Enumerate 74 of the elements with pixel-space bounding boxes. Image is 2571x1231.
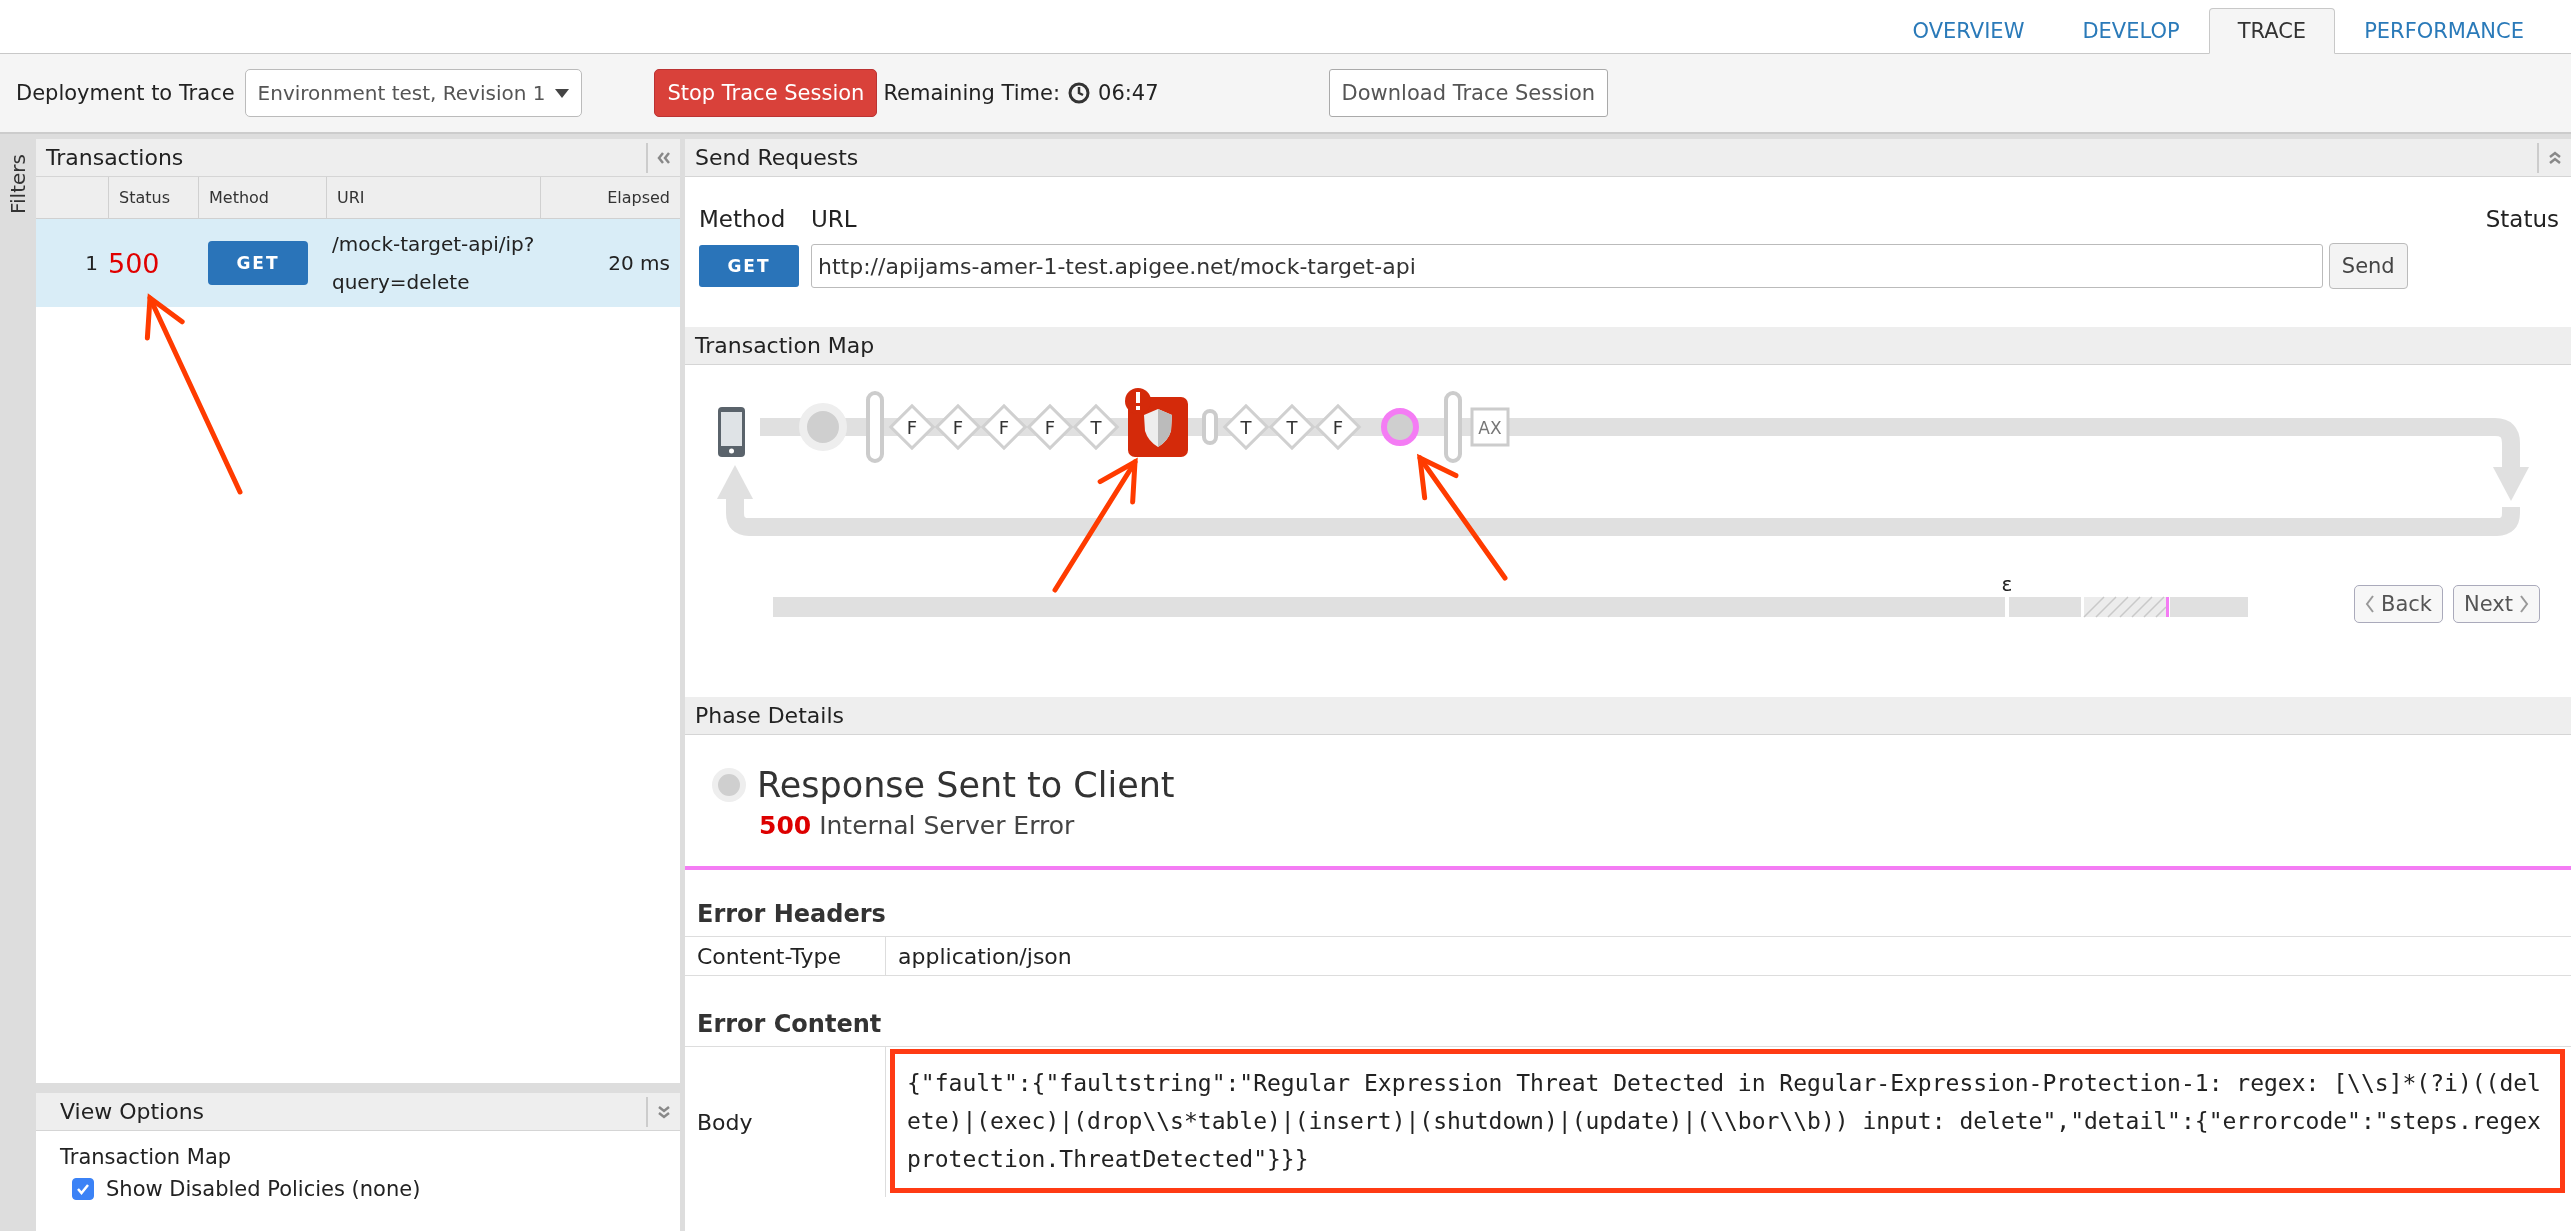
phase-title: Response Sent to Client [757, 765, 1175, 805]
check-icon [76, 1183, 90, 1195]
target-node[interactable] [1470, 407, 1510, 447]
header-value: application/json [885, 937, 2571, 975]
deployment-label: Deployment to Trace [16, 81, 235, 105]
column-header[interactable]: Method [198, 177, 326, 219]
panel-title: Phase Details [695, 703, 844, 728]
content-name: Body [696, 1108, 754, 1137]
policy-label: T [1286, 417, 1298, 438]
stop-trace-button[interactable]: Stop Trace Session [654, 69, 878, 117]
clock-icon [1068, 82, 1091, 104]
policy-label: T [1240, 417, 1252, 438]
method-button[interactable]: GET [699, 245, 799, 287]
panel-title: View Options [60, 1099, 205, 1124]
row-number[interactable]: 1 [36, 219, 108, 307]
expand-button[interactable] [646, 1096, 672, 1127]
chevron-right-icon [2518, 594, 2529, 614]
remaining-time-label: Remaining Time: [883, 81, 1061, 105]
url-label: URL [811, 206, 857, 232]
method-label: Method [699, 206, 787, 232]
method-badge: GET [208, 241, 308, 285]
policy-label: F [906, 417, 918, 438]
chevron-left-icon [2365, 594, 2375, 614]
status-label: Status [2485, 206, 2559, 232]
column-header[interactable]: Elapsed [540, 177, 680, 219]
deployment-select[interactable]: Environment test, Revision 1 [244, 69, 583, 117]
response-status: 500 Internal Server Error [758, 811, 1076, 840]
url-field[interactable]: http://apijams-amer-1-test.apigee.net/mock-target-api [811, 244, 2323, 288]
remaining-time: 06:47 [1098, 81, 1159, 105]
section-title: Error Headers [696, 899, 887, 928]
column-header[interactable]: URI [326, 177, 540, 219]
collapse-button[interactable] [646, 142, 672, 173]
nav-tab[interactable]: OVERVIEW [1883, 8, 2054, 54]
status-code: 500 [108, 247, 160, 279]
flow-gate [1202, 409, 1218, 445]
back-button[interactable]: Back [2354, 585, 2443, 623]
send-button[interactable]: Send [2328, 243, 2408, 289]
elapsed-cell: 20 ms [540, 219, 680, 307]
collapse-down-icon [656, 1103, 672, 1120]
phase-node-icon [711, 767, 747, 803]
fault-policy-node[interactable] [1125, 388, 1188, 457]
caret-icon [555, 88, 570, 98]
column-header[interactable]: Status [108, 177, 198, 219]
next-button[interactable]: Next [2453, 585, 2540, 623]
policy-label: F [1332, 417, 1344, 438]
down-arrow-icon [2493, 418, 2529, 501]
option-label: Show Disabled Policies (none) [106, 1177, 421, 1201]
uri-cell: /mock-target-api/ip? query=delete [326, 219, 540, 307]
checkbox[interactable] [72, 1178, 94, 1200]
flow-start-node[interactable] [799, 403, 847, 451]
section-title: Error Content [696, 1009, 883, 1038]
download-trace-button[interactable]: Download Trace Session [1328, 69, 1609, 117]
section-label: Transaction Map [60, 1145, 233, 1169]
nav-tab[interactable]: TRACE [2208, 8, 2336, 54]
target-label: AX [1478, 418, 1502, 438]
collapse-up-icon [2547, 149, 2563, 166]
nav-tab[interactable]: DEVELOP [2053, 8, 2209, 54]
policy-label: F [952, 417, 964, 438]
policy-label: F [998, 417, 1010, 438]
policy-label: T [1090, 417, 1102, 438]
filters-tab[interactable]: Filters [6, 154, 30, 214]
panel-title: Send Requests [695, 145, 859, 170]
panel-title: Transactions [46, 145, 184, 170]
policy-label: F [1044, 417, 1056, 438]
current-step-node[interactable] [1381, 408, 1419, 446]
flow-gate [1444, 391, 1462, 463]
timeline-marker: ε [2001, 572, 2013, 596]
header-name: Content-Type [696, 942, 842, 971]
nav-tab[interactable]: PERFORMANCE [2335, 8, 2553, 54]
panel-title: Transaction Map [695, 333, 875, 358]
flow-gate [866, 391, 884, 463]
collapse-button[interactable] [2537, 142, 2563, 173]
error-body-text: {"fault":{"faultstring":"Regular Expression Threat Detected in Regular-Expression-Protection-1: regex: [\\s]*(?i)((delete)|(exec)|(drop\\s*table)|(insert)|(shutdown)|(update)|(\\bor\\b)) input: delete","detail":{"errorcode":"steps.regexprotection.ThreatDetected"}}} [890, 1049, 2565, 1193]
phone-icon [718, 407, 745, 457]
